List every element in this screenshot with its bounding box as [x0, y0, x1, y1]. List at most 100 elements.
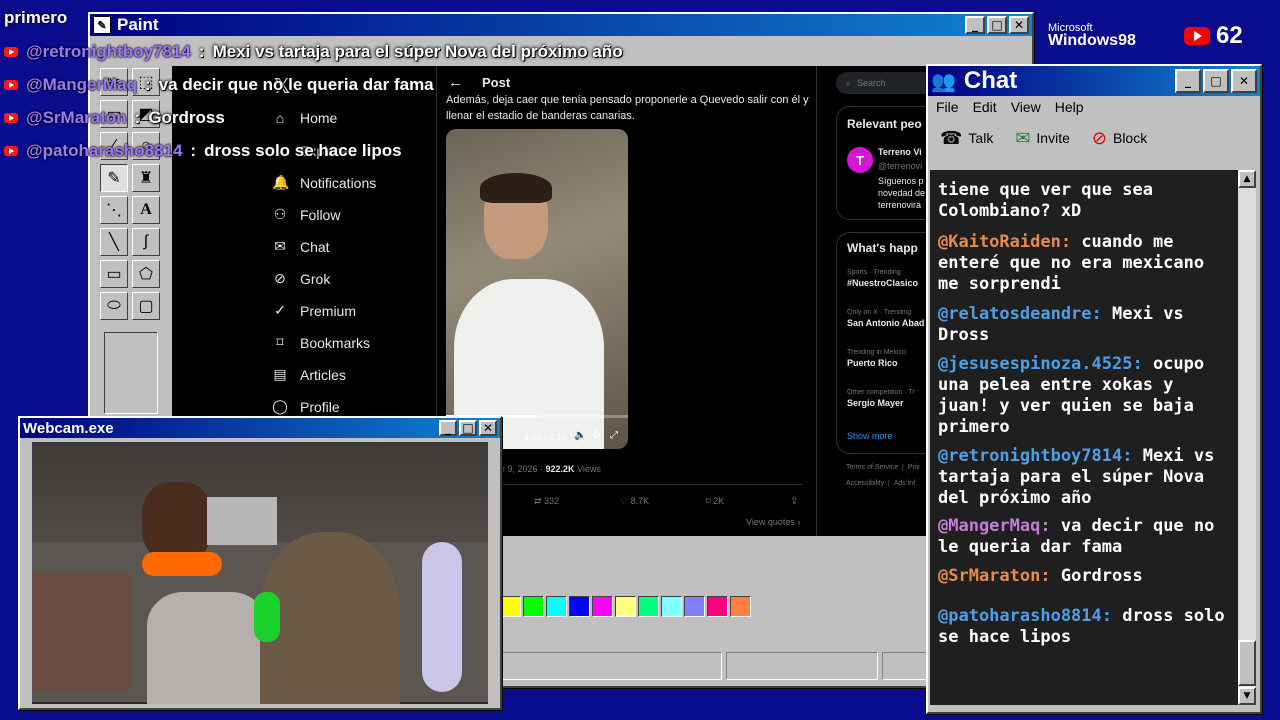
trend-item[interactable]: Trending in Mexico Puerto Rico — [847, 349, 927, 368]
volume-icon[interactable]: 🔈 — [574, 430, 586, 441]
x-nav-item-profile[interactable]: ◯ Profile — [272, 398, 340, 415]
share-icon[interactable]: ⇪ — [790, 496, 798, 507]
youtube-icon — [4, 80, 18, 90]
x-nav-item-premium[interactable]: ✓ Premium — [272, 302, 356, 319]
rounded-rect-icon[interactable]: ▢ — [132, 292, 160, 320]
scroll-thumb[interactable] — [1238, 640, 1256, 686]
x-nav-item-articles[interactable]: ▤ Articles — [272, 366, 346, 383]
viewer-counter: 62 — [1184, 22, 1243, 50]
pencil-icon[interactable]: ✎ — [100, 164, 128, 192]
relevant-bio: novedad de — [878, 188, 926, 198]
relevant-avatar[interactable]: T — [847, 147, 873, 173]
overlay-chat-user: @SrMaraton — [26, 108, 127, 127]
x-nav-item-home[interactable]: ⌂ Home — [272, 110, 338, 126]
line-icon[interactable]: ╲ — [100, 228, 128, 256]
accessibility-link[interactable]: Accessibility — [846, 480, 884, 487]
chat-username[interactable]: @SrMaraton: — [938, 566, 1051, 586]
trend-item[interactable]: Only on X · Trending San Antonio Abad — [847, 309, 927, 328]
chat-username[interactable]: @MangerMaq: — [938, 516, 1051, 536]
tool-options-box[interactable] — [104, 332, 158, 414]
chat-menubar: File Edit View Help — [928, 96, 1260, 118]
maximize-button[interactable]: □ — [459, 420, 477, 436]
privacy-link[interactable]: Priv — [908, 464, 920, 471]
maximize-button[interactable]: □ — [987, 16, 1007, 34]
terms-link[interactable]: Terms of Service — [846, 464, 898, 471]
palette-swatch[interactable] — [592, 596, 613, 617]
profile-icon: ◯ — [272, 398, 288, 414]
text-tool-icon[interactable]: A — [132, 196, 160, 224]
view-quotes-link[interactable]: View quotes › — [746, 517, 800, 527]
x-nav-item-follow[interactable]: ⚇ Follow — [272, 206, 341, 223]
trend-item[interactable]: Sports · Trending #NuestroClasico — [847, 269, 927, 288]
relevant-title: Relevant peo — [847, 117, 922, 131]
follow-icon: ⚇ — [273, 206, 287, 222]
chat-message: @retronightboy7814: Mexi vs tartaja para… — [938, 446, 1232, 509]
minimize-button[interactable]: _ — [1175, 69, 1201, 93]
x-nav-item-chat[interactable]: ✉ Chat — [272, 238, 329, 255]
x-nav-item-grok[interactable]: ⊘ Grok — [272, 270, 330, 287]
fullscreen-icon[interactable]: ⤢ — [610, 430, 618, 441]
trend-name: San Antonio Abad — [847, 318, 925, 328]
menu-edit[interactable]: Edit — [973, 99, 997, 115]
chat-message: @MangerMaq: va decir que no le queria da… — [938, 516, 1232, 558]
palette-swatch[interactable] — [661, 596, 682, 617]
chat-username[interactable]: @retronightboy7814: — [938, 446, 1132, 466]
palette-swatch[interactable] — [569, 596, 590, 617]
show-more-link[interactable]: Show more — [847, 431, 893, 441]
youtube-icon — [4, 47, 18, 57]
chat-username[interactable]: @patoharasho8814: — [938, 606, 1112, 626]
ads-info-link[interactable]: Ads inf — [894, 480, 915, 487]
invite-button[interactable]: ✉ Invite — [1015, 128, 1070, 149]
tweet-video[interactable]: 3:05 / 6:10 🔈 ⚙ ⤢ — [446, 129, 628, 449]
scroll-up-arrow[interactable]: ▲ — [1238, 170, 1256, 188]
x-nav-item-bookmarks[interactable]: ⌑ Bookmarks — [272, 334, 370, 351]
palette-swatch[interactable] — [500, 596, 521, 617]
brush-icon[interactable]: ♜ — [132, 164, 160, 192]
close-button[interactable]: ✕ — [479, 420, 497, 436]
retweet-button[interactable]: ⇄ 332 — [534, 496, 559, 507]
close-button[interactable]: ✕ — [1231, 69, 1257, 93]
chat-username[interactable]: @jesusespinoza.4525: — [938, 354, 1143, 374]
menu-file[interactable]: File — [936, 99, 959, 115]
close-button[interactable]: ✕ — [1009, 16, 1029, 34]
x-search-box[interactable]: ⌕ Search — [836, 72, 927, 94]
like-button[interactable]: ♡ 8.7K — [620, 496, 649, 507]
back-arrow-icon[interactable]: ← — [448, 74, 463, 91]
palette-swatch[interactable] — [546, 596, 567, 617]
rectangle-icon[interactable]: ▭ — [100, 260, 128, 288]
palette-swatch[interactable] — [684, 596, 705, 617]
paint-titlebar[interactable]: ✎ Paint _ □ ✕ — [90, 14, 1032, 36]
talk-button[interactable]: ☎ Talk — [940, 128, 993, 149]
curve-icon[interactable]: ∫ — [132, 228, 160, 256]
palette-swatch[interactable] — [638, 596, 659, 617]
chat-username[interactable]: @relatosdeandre: — [938, 304, 1102, 324]
chat-username[interactable]: @KaitoRaiden: — [938, 232, 1071, 252]
overlay-chat-sep: : — [134, 108, 141, 127]
chat-scrollbar[interactable]: ▲ ▼ — [1238, 170, 1256, 705]
minimize-button[interactable]: _ — [965, 16, 985, 34]
maximize-button[interactable]: □ — [1203, 69, 1229, 93]
minimize-button[interactable]: _ — [439, 420, 457, 436]
airbrush-icon[interactable]: ⋱ — [100, 196, 128, 224]
palette-swatch[interactable] — [730, 596, 751, 617]
chat-titlebar[interactable]: 👥 Chat _ □ ✕ — [928, 66, 1260, 96]
menu-view[interactable]: View — [1011, 99, 1041, 115]
relevant-name[interactable]: Terreno Vi — [878, 147, 922, 157]
polygon-icon[interactable]: ⬠ — [132, 260, 160, 288]
overlay-chat-user: @MangerMaq — [26, 75, 138, 94]
video-time: 3:05 / 6:10 — [524, 432, 567, 442]
settings-icon[interactable]: ⚙ — [592, 430, 601, 441]
logo-windows98: Windows98 — [1048, 32, 1136, 49]
scroll-down-arrow[interactable]: ▼ — [1238, 687, 1256, 705]
palette-swatch[interactable] — [523, 596, 544, 617]
chat-toolbar: ☎ Talk ✉ Invite ⊘ Block — [928, 118, 1260, 158]
menu-help[interactable]: Help — [1055, 99, 1084, 115]
palette-swatch[interactable] — [615, 596, 636, 617]
trend-item[interactable]: Other competition · Tr Sergio Mayer — [847, 389, 927, 408]
bookmark-button[interactable]: ⌑ 2K — [706, 496, 724, 507]
x-nav-item-notifications[interactable]: 🔔 Notifications — [272, 174, 376, 191]
ellipse-icon[interactable]: ⬭ — [100, 292, 128, 320]
palette-swatch[interactable] — [707, 596, 728, 617]
webcam-titlebar[interactable]: Webcam.exe _ □ ✕ — [20, 418, 500, 438]
block-button[interactable]: ⊘ Block — [1092, 128, 1147, 149]
